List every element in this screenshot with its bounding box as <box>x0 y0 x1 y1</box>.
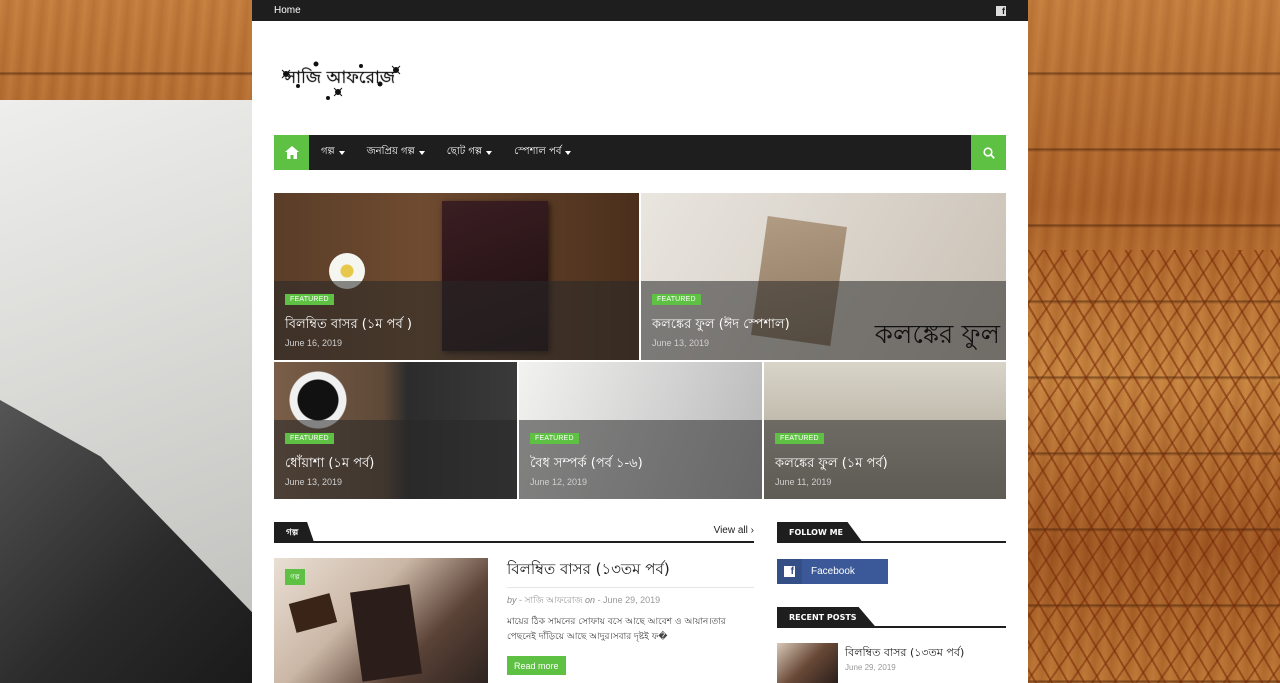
featured-badge[interactable]: FEATURED <box>652 294 701 305</box>
nav-home-button[interactable] <box>274 135 309 170</box>
caret-down-icon <box>486 150 493 155</box>
logo-text: সাজি আফরোজ <box>284 67 396 88</box>
featured-title[interactable]: কলঙ্কের ফুল (ঈদ স্পেশাল) <box>652 315 790 336</box>
facebook-icon: f <box>777 559 802 584</box>
post-category-badge[interactable]: গল্প <box>285 569 305 585</box>
featured-date: June 13, 2019 <box>652 338 710 348</box>
thumbnail-book-image <box>350 584 422 682</box>
featured-date: June 11, 2019 <box>775 477 832 487</box>
featured-badge[interactable]: FEATURED <box>285 433 334 444</box>
featured-badge[interactable]: FEATURED <box>530 433 579 444</box>
featured-post[interactable]: কলঙ্কের ফুল FEATURED কলঙ্কের ফুল (ঈদ স্প… <box>641 193 1006 360</box>
featured-date: June 12, 2019 <box>530 477 588 487</box>
caret-down-icon <box>338 150 345 155</box>
main-nav: গল্প জনপ্রিয় গল্প ছোট গল্প স্পেশাল পর্ব <box>274 135 1006 170</box>
nav-item-label: স্পেশাল পর্ব <box>514 146 562 157</box>
home-icon <box>284 146 299 159</box>
facebook-follow-button[interactable]: f Facebook <box>777 559 888 584</box>
recent-post-thumbnail[interactable] <box>777 643 838 683</box>
caret-down-icon <box>418 150 425 155</box>
top-bar: Home f <box>252 0 1028 21</box>
view-all-label: View all <box>713 525 748 536</box>
recent-post-title[interactable]: বিলম্বিত বাসর (১৩তম পর্ব) <box>845 644 964 663</box>
facebook-label: Facebook <box>811 566 855 577</box>
site-logo[interactable]: সাজি আফরোজ <box>276 56 404 101</box>
page-container: Home f সাজি আফরোজ গল্প জনপ্রিয় গল্প ছোট… <box>252 0 1028 683</box>
read-more-button[interactable]: Read more <box>507 656 566 675</box>
featured-title[interactable]: কলঙ্কের ফুল (১ম পর্ব) <box>775 454 888 475</box>
recent-post-date: June 29, 2019 <box>845 663 896 672</box>
caret-down-icon <box>565 150 572 155</box>
featured-date: June 16, 2019 <box>285 338 343 348</box>
featured-title[interactable]: বৈধ সম্পর্ক (পর্ব ১-৬) <box>530 454 643 475</box>
nav-search-button[interactable] <box>971 135 1006 170</box>
thumbnail-chocolate-image <box>288 593 338 633</box>
search-icon <box>982 146 995 159</box>
post-author[interactable]: - সাজি আফরোজ <box>519 595 582 605</box>
featured-date: June 13, 2019 <box>285 477 343 487</box>
facebook-icon[interactable]: f <box>996 5 1006 16</box>
nav-item-golpo[interactable]: গল্প <box>309 135 345 170</box>
post-date: - June 29, 2019 <box>597 595 661 605</box>
featured-badge[interactable]: FEATURED <box>775 433 824 444</box>
post-excerpt: মায়ের ঠিক সামনের সোফায় বসে আছে আবেশ ও … <box>507 617 726 642</box>
post-meta: by - সাজি আফরোজ on - June 29, 2019 <box>507 593 660 608</box>
home-link[interactable]: Home <box>274 5 301 16</box>
featured-cover-text: কলঙ্কের ফুল <box>874 320 1000 350</box>
nav-item-label: গল্প <box>321 146 335 157</box>
post-thumbnail[interactable]: গল্প <box>274 558 488 683</box>
post-meta-on: on <box>585 595 596 605</box>
follow-header: FOLLOW ME <box>777 522 1006 543</box>
featured-title[interactable]: ধোঁয়াশা (১ম পর্ব) <box>285 454 374 475</box>
featured-post[interactable]: FEATURED বৈধ সম্পর্ক (পর্ব ১-৬) June 12,… <box>519 362 762 499</box>
chevron-right-icon: › <box>750 525 754 536</box>
featured-badge[interactable]: FEATURED <box>285 294 334 305</box>
background-dried-grass <box>1028 250 1280 683</box>
section-header: গল্প View all › <box>274 522 754 543</box>
view-all-link[interactable]: View all › <box>714 525 754 536</box>
featured-post[interactable]: FEATURED বিলম্বিত বাসর (১ম পর্ব ) June 1… <box>274 193 639 360</box>
nav-item-special[interactable]: স্পেশাল পর্ব <box>502 135 572 170</box>
featured-post[interactable]: FEATURED ধোঁয়াশা (১ম পর্ব) June 13, 201… <box>274 362 517 499</box>
nav-item-label: ছোট গল্প <box>446 146 483 157</box>
nav-item-popular[interactable]: জনপ্রিয় গল্প <box>355 135 425 170</box>
recent-posts-header: RECENT POSTS <box>777 607 1006 628</box>
follow-title: FOLLOW ME <box>777 522 864 543</box>
recent-posts-title: RECENT POSTS <box>777 607 877 628</box>
featured-title[interactable]: বিলম্বিত বাসর (১ম পর্ব ) <box>285 315 412 336</box>
post-title[interactable]: বিলম্বিত বাসর (১৩তম পর্ব) <box>507 558 670 583</box>
site-header: সাজি আফরোজ <box>252 21 1028 135</box>
nav-item-short-stories[interactable]: ছোট গল্প <box>435 135 493 170</box>
featured-post[interactable]: FEATURED কলঙ্কের ফুল (১ম পর্ব) June 11, … <box>764 362 1006 499</box>
post-divider <box>507 587 754 588</box>
section-title: গল্প <box>274 522 315 543</box>
nav-item-label: জনপ্রিয় গল্প <box>366 146 415 157</box>
post-meta-by: by <box>507 595 517 605</box>
